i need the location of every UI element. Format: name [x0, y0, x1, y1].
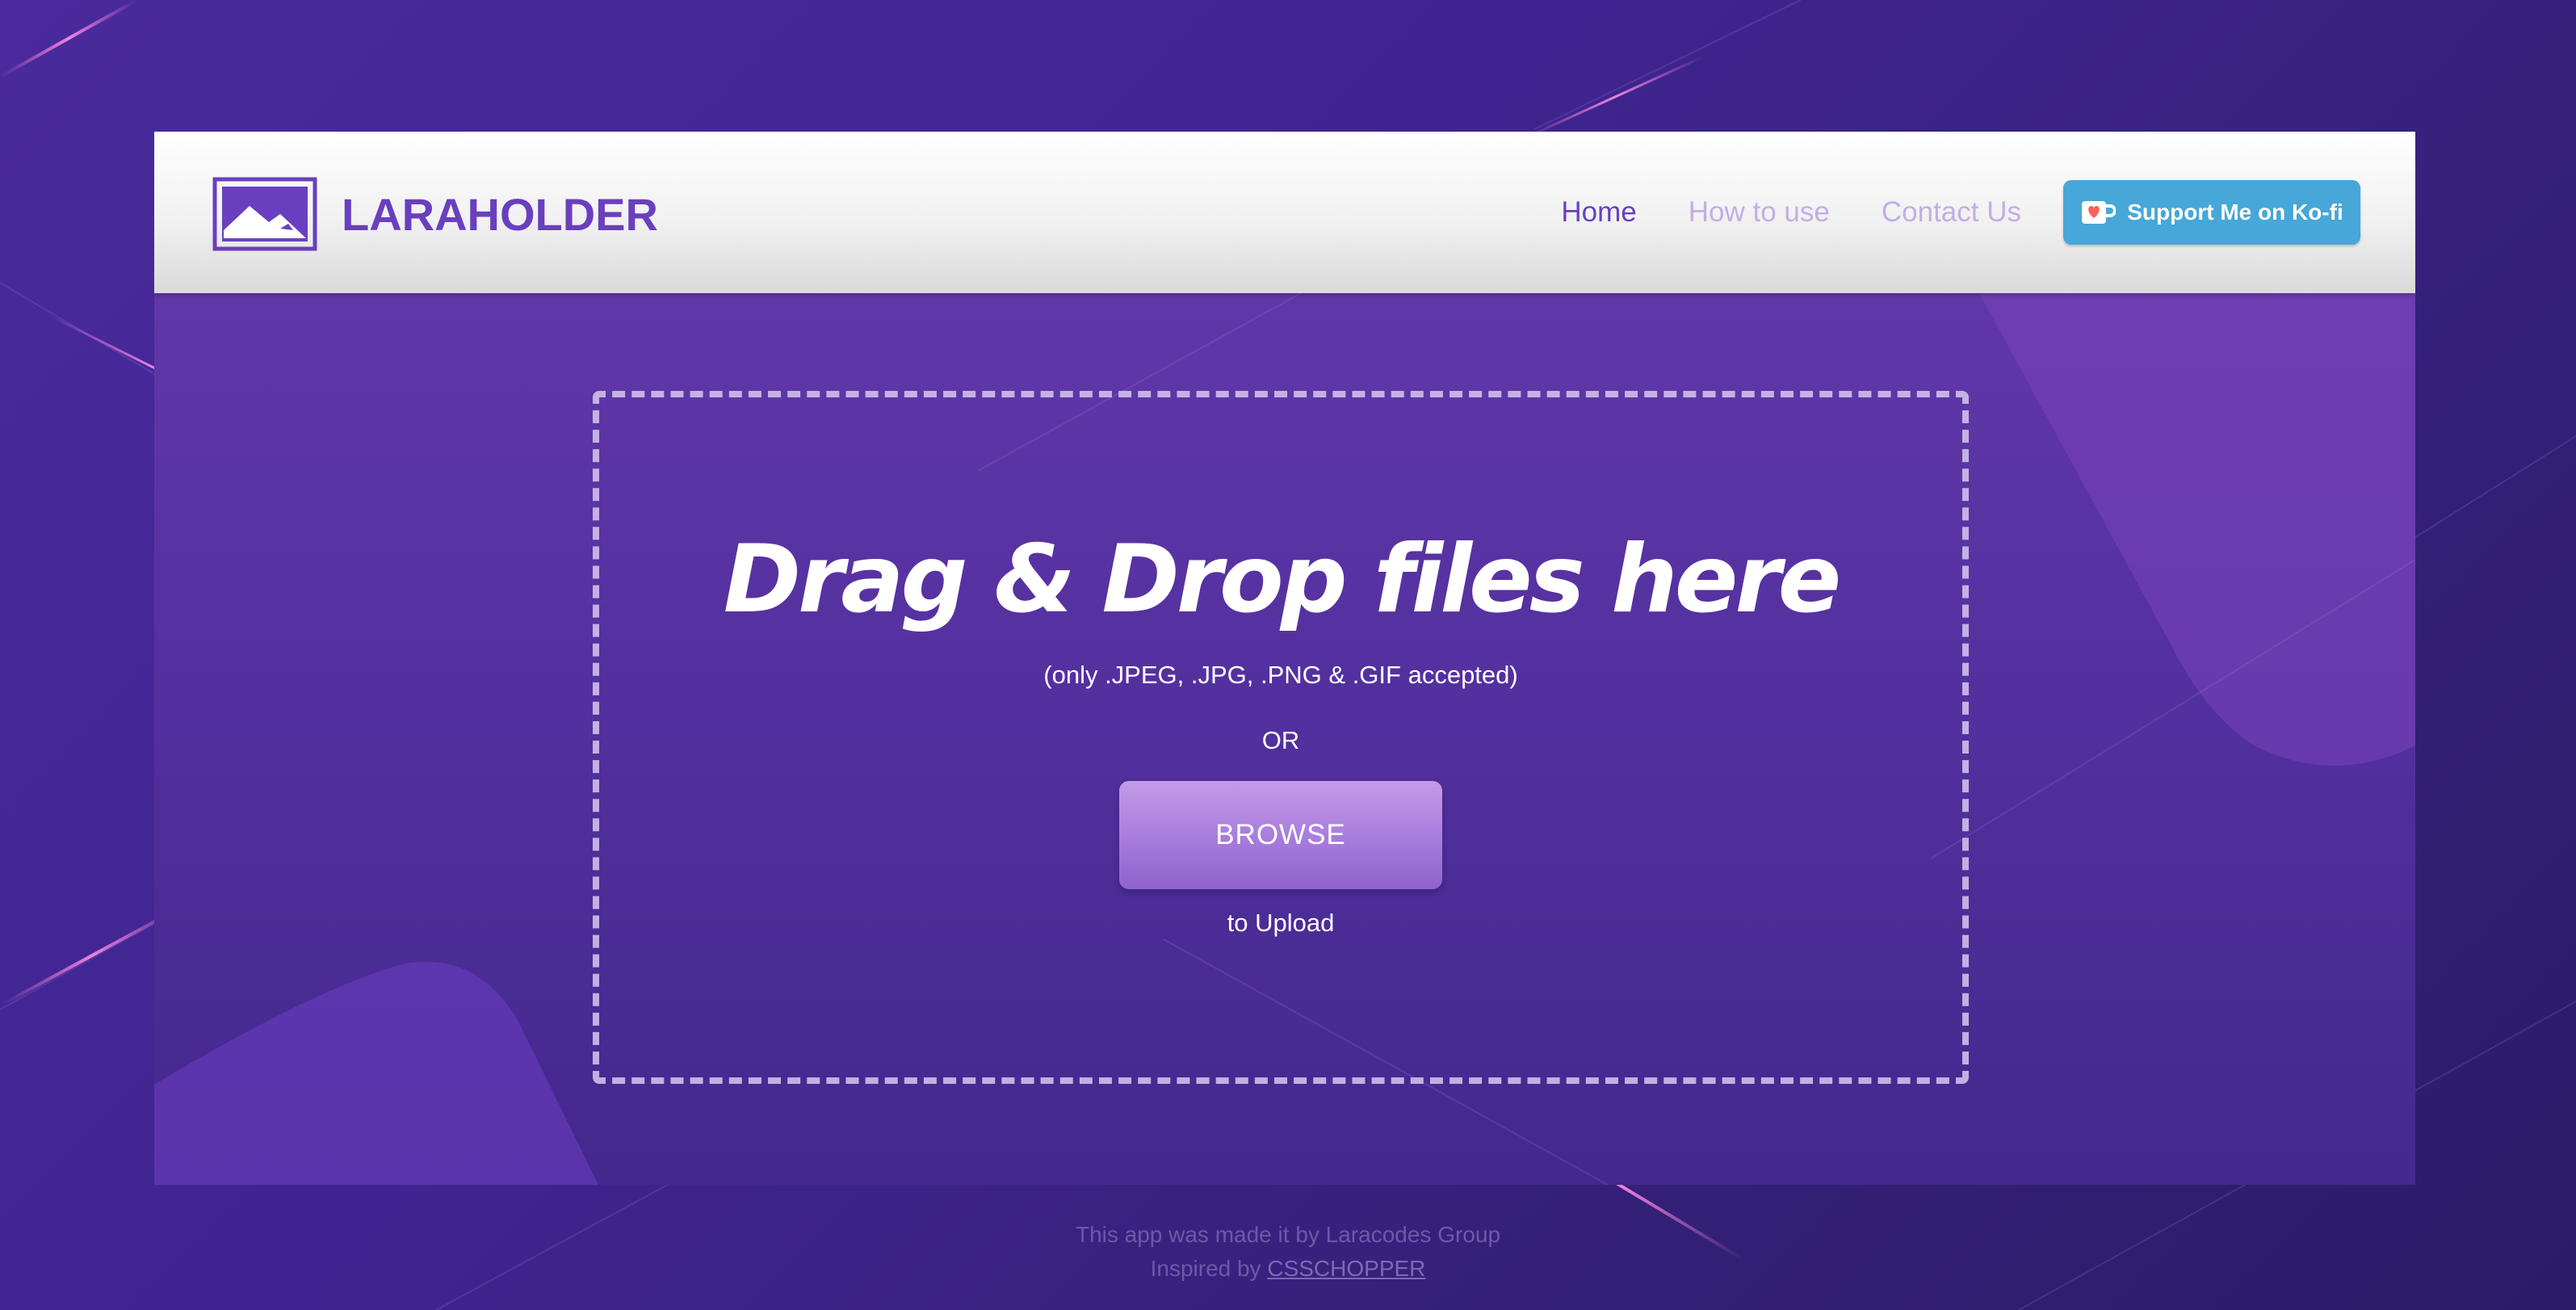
or-separator: OR	[1261, 726, 1300, 754]
kofi-label: Support Me on Ko-fi	[2127, 199, 2343, 225]
brand-logo[interactable]: LARAHOLDER	[212, 177, 658, 251]
brand-name: LARAHOLDER	[342, 188, 658, 240]
nav-how-to-use[interactable]: How to use	[1689, 196, 1830, 229]
footer: This app was made it by Laracodes Group …	[0, 1218, 2576, 1286]
browse-button[interactable]: BROWSE	[1119, 781, 1442, 889]
footer-inspired: Inspired by CSSCHOPPER	[0, 1252, 2576, 1286]
drop-title: Drag & Drop files here	[723, 525, 1842, 634]
coffee-cup-heart-icon	[2082, 201, 2117, 224]
footer-inspired-prefix: Inspired by	[1150, 1256, 1261, 1281]
footer-inspired-link[interactable]: CSSCHOPPER	[1267, 1256, 1425, 1281]
nav-contact-us[interactable]: Contact Us	[1882, 196, 2021, 229]
navbar: LARAHOLDER Home How to use Contact Us Su…	[154, 132, 2415, 293]
kofi-support-button[interactable]: Support Me on Ko-fi	[2063, 180, 2360, 245]
nav-home[interactable]: Home	[1561, 196, 1636, 229]
footer-credit: This app was made it by Laracodes Group	[1075, 1222, 1501, 1247]
drop-zone[interactable]: Drag & Drop files here (only .JPEG, .JPG…	[593, 391, 1969, 1084]
upload-section: Drag & Drop files here (only .JPEG, .JPG…	[154, 293, 2415, 1185]
upload-hint: to Upload	[1227, 909, 1335, 937]
accepted-formats-note: (only .JPEG, .JPG, .PNG & .GIF accepted)	[1043, 661, 1518, 689]
browse-label: BROWSE	[1215, 819, 1346, 850]
main-card: LARAHOLDER Home How to use Contact Us Su…	[154, 132, 2415, 1185]
nav-menu: Home How to use Contact Us Support Me on…	[1509, 180, 2360, 245]
image-mountain-icon	[212, 177, 317, 251]
